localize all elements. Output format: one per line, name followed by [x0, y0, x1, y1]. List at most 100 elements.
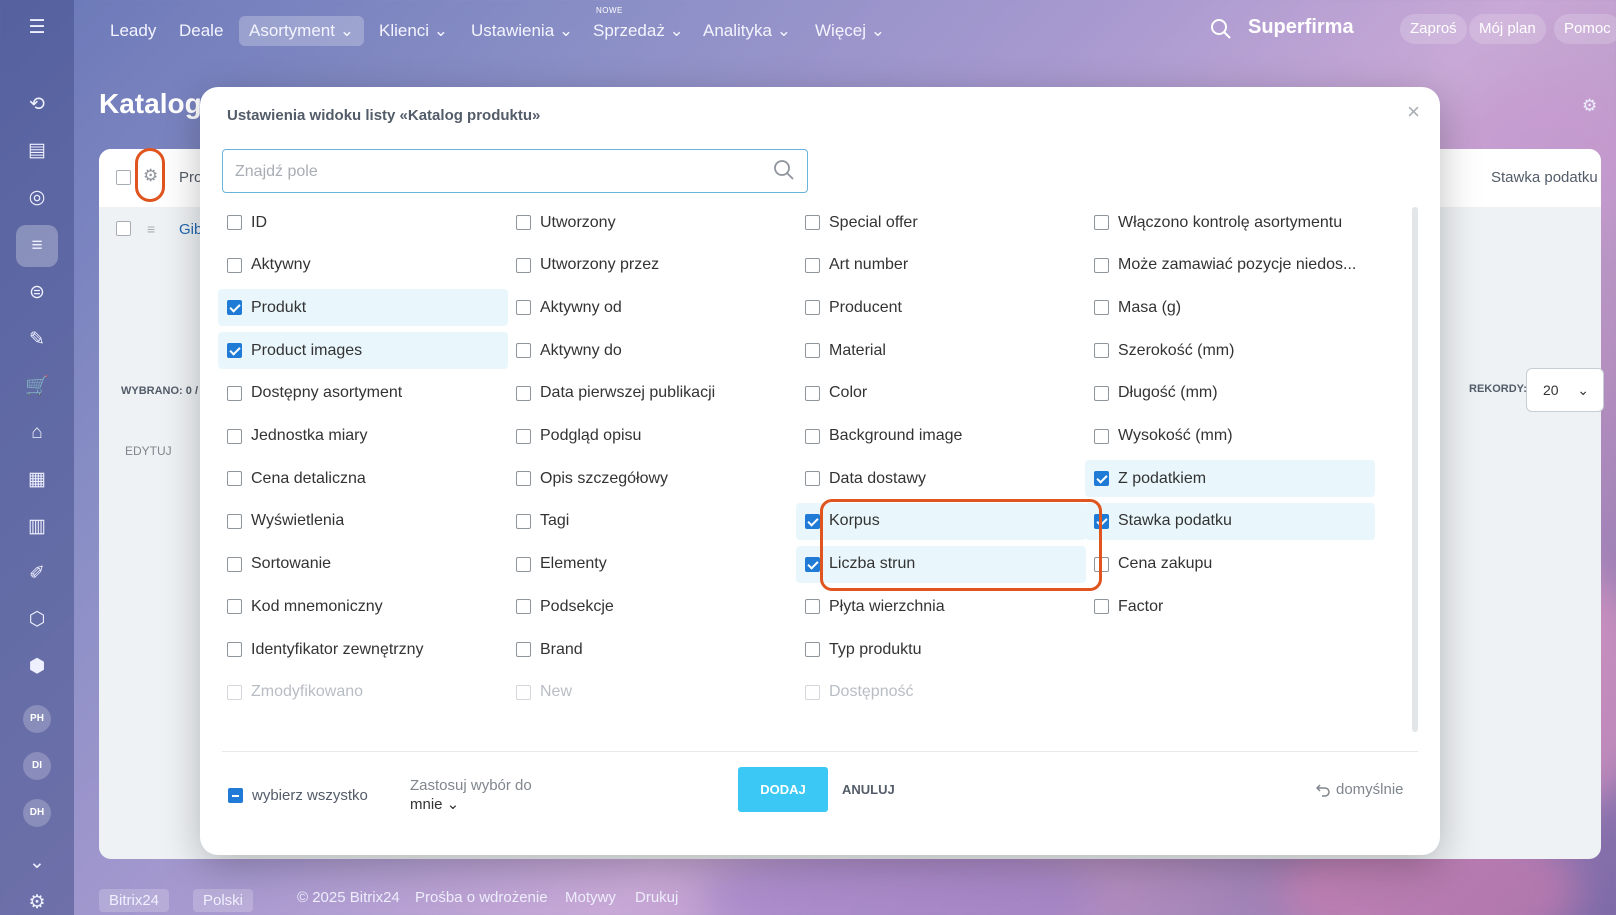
field-option[interactable]: Aktywny od: [507, 289, 797, 326]
nav-assortment[interactable]: Asortyment ⌄: [239, 16, 364, 46]
field-label[interactable]: Podgląd opisu: [540, 427, 641, 445]
my-plan-button[interactable]: Mój plan: [1469, 14, 1546, 44]
nav-analytics[interactable]: Analityka ⌄: [693, 16, 801, 46]
field-checkbox[interactable]: [805, 257, 820, 273]
field-label[interactable]: Aktywny do: [540, 342, 622, 360]
field-label[interactable]: Opis szczegółowy: [540, 470, 668, 488]
field-checkbox[interactable]: [227, 343, 242, 359]
field-checkbox[interactable]: [227, 513, 242, 529]
field-option[interactable]: Szerokość (mm): [1085, 332, 1375, 369]
field-option[interactable]: Jednostka miary: [218, 418, 508, 455]
select-all-label[interactable]: wybierz wszystko: [252, 787, 368, 804]
field-label[interactable]: Stawka podatku: [1118, 512, 1232, 530]
field-label[interactable]: Wyświetlenia: [251, 512, 344, 530]
avatar[interactable]: DH: [23, 799, 51, 827]
field-option[interactable]: Podgląd opisu: [507, 418, 797, 455]
row-checkbox[interactable]: [116, 221, 131, 236]
field-label[interactable]: Producent: [829, 299, 902, 317]
field-option[interactable]: Opis szczegółowy: [507, 460, 797, 497]
field-label[interactable]: Material: [829, 342, 886, 360]
field-label[interactable]: Z podatkiem: [1118, 470, 1206, 488]
field-option[interactable]: Stawka podatku: [1085, 502, 1375, 540]
field-option[interactable]: ID: [218, 204, 508, 241]
field-checkbox[interactable]: [227, 642, 242, 657]
field-option[interactable]: Wyświetlenia: [218, 503, 508, 540]
field-label[interactable]: Kod mnemoniczny: [251, 598, 383, 616]
avatar[interactable]: DI: [23, 752, 51, 780]
field-option[interactable]: Podsekcje: [507, 588, 797, 625]
field-option[interactable]: Produkt: [218, 289, 508, 327]
field-option[interactable]: Aktywny: [218, 247, 508, 284]
cart-icon[interactable]: 🛒: [24, 374, 50, 400]
nav-more[interactable]: Więcej ⌄: [805, 16, 895, 46]
field-option[interactable]: Cena detaliczna: [218, 460, 508, 497]
field-option[interactable]: Dostępny asortyment: [218, 375, 508, 412]
field-label[interactable]: Podsekcje: [540, 598, 614, 616]
field-option[interactable]: Identyfikator zewnętrzny: [218, 631, 508, 668]
field-label[interactable]: Aktywny: [251, 256, 311, 274]
field-option[interactable]: Elementy: [507, 546, 797, 583]
field-label[interactable]: Korpus: [829, 512, 880, 530]
nav-sales[interactable]: Sprzedaż ⌄: [583, 16, 694, 46]
field-option[interactable]: Art number: [796, 247, 1086, 284]
field-checkbox[interactable]: [516, 385, 531, 401]
field-checkbox[interactable]: [805, 556, 820, 572]
field-checkbox[interactable]: [1094, 300, 1109, 316]
field-label[interactable]: Data pierwszej publikacji: [540, 384, 715, 402]
field-checkbox[interactable]: [805, 300, 820, 316]
language-select[interactable]: Polski: [193, 889, 254, 912]
select-all-rows-checkbox[interactable]: [116, 170, 131, 185]
help-button[interactable]: Pomoc: [1554, 14, 1616, 44]
field-checkbox[interactable]: [1094, 257, 1109, 273]
field-checkbox[interactable]: [227, 428, 242, 444]
field-option[interactable]: Masa (g): [1085, 289, 1375, 326]
field-checkbox[interactable]: [516, 642, 531, 657]
invite-button[interactable]: Zaproś: [1400, 14, 1467, 44]
field-option[interactable]: Special offer: [796, 204, 1086, 241]
field-checkbox[interactable]: [227, 556, 242, 572]
field-option[interactable]: Wysokość (mm): [1085, 418, 1375, 455]
field-label[interactable]: Szerokość (mm): [1118, 342, 1234, 360]
field-label[interactable]: Utworzony: [540, 214, 616, 232]
field-option[interactable]: Cena zakupu: [1085, 546, 1375, 583]
inbox-icon[interactable]: ⊜: [24, 280, 50, 306]
field-checkbox[interactable]: [516, 428, 531, 444]
gear-icon[interactable]: ⚙: [1582, 96, 1597, 116]
field-label[interactable]: Cena detaliczna: [251, 470, 366, 488]
field-checkbox[interactable]: [1094, 599, 1109, 615]
field-checkbox[interactable]: [1094, 513, 1109, 529]
company-name[interactable]: Superfirma: [1248, 16, 1354, 39]
field-option[interactable]: Płyta wierzchnia: [796, 588, 1086, 625]
field-option[interactable]: Może zamawiać pozycje niedos...: [1085, 247, 1375, 284]
field-label[interactable]: Sortowanie: [251, 555, 331, 573]
column-header-product[interactable]: Pro: [179, 169, 202, 186]
field-checkbox[interactable]: [805, 215, 820, 230]
field-option[interactable]: Aktywny do: [507, 332, 797, 369]
avatar[interactable]: PH: [23, 705, 51, 733]
field-checkbox[interactable]: [805, 642, 820, 657]
themes-link[interactable]: Motywy: [565, 889, 616, 906]
field-checkbox[interactable]: [227, 300, 242, 316]
field-label[interactable]: Włączono kontrolę asortymentu: [1118, 214, 1342, 232]
field-checkbox[interactable]: [1094, 215, 1109, 230]
field-label[interactable]: Produkt: [251, 299, 306, 317]
field-label[interactable]: Factor: [1118, 598, 1163, 616]
field-option[interactable]: Liczba strun: [796, 545, 1086, 583]
field-label[interactable]: Elementy: [540, 555, 607, 573]
field-option[interactable]: Tagi: [507, 503, 797, 540]
field-label[interactable]: Dostępny asortyment: [251, 384, 402, 402]
field-checkbox[interactable]: [1094, 471, 1109, 487]
field-checkbox[interactable]: [805, 428, 820, 444]
select-all-checkbox[interactable]: [228, 788, 243, 803]
cancel-button[interactable]: ANULUJ: [842, 782, 895, 797]
menu-icon[interactable]: ☰: [24, 15, 50, 41]
field-option[interactable]: Factor: [1085, 588, 1375, 625]
chevron-down-icon[interactable]: ⌄: [24, 850, 50, 876]
field-option[interactable]: Product images: [218, 332, 508, 370]
field-checkbox[interactable]: [516, 471, 531, 487]
field-label[interactable]: Długość (mm): [1118, 384, 1218, 402]
field-label[interactable]: Wysokość (mm): [1118, 427, 1233, 445]
analytics-icon[interactable]: ▥: [24, 514, 50, 540]
field-checkbox[interactable]: [227, 215, 242, 230]
implementation-request-link[interactable]: Prośba o wdrożenie: [415, 889, 548, 906]
